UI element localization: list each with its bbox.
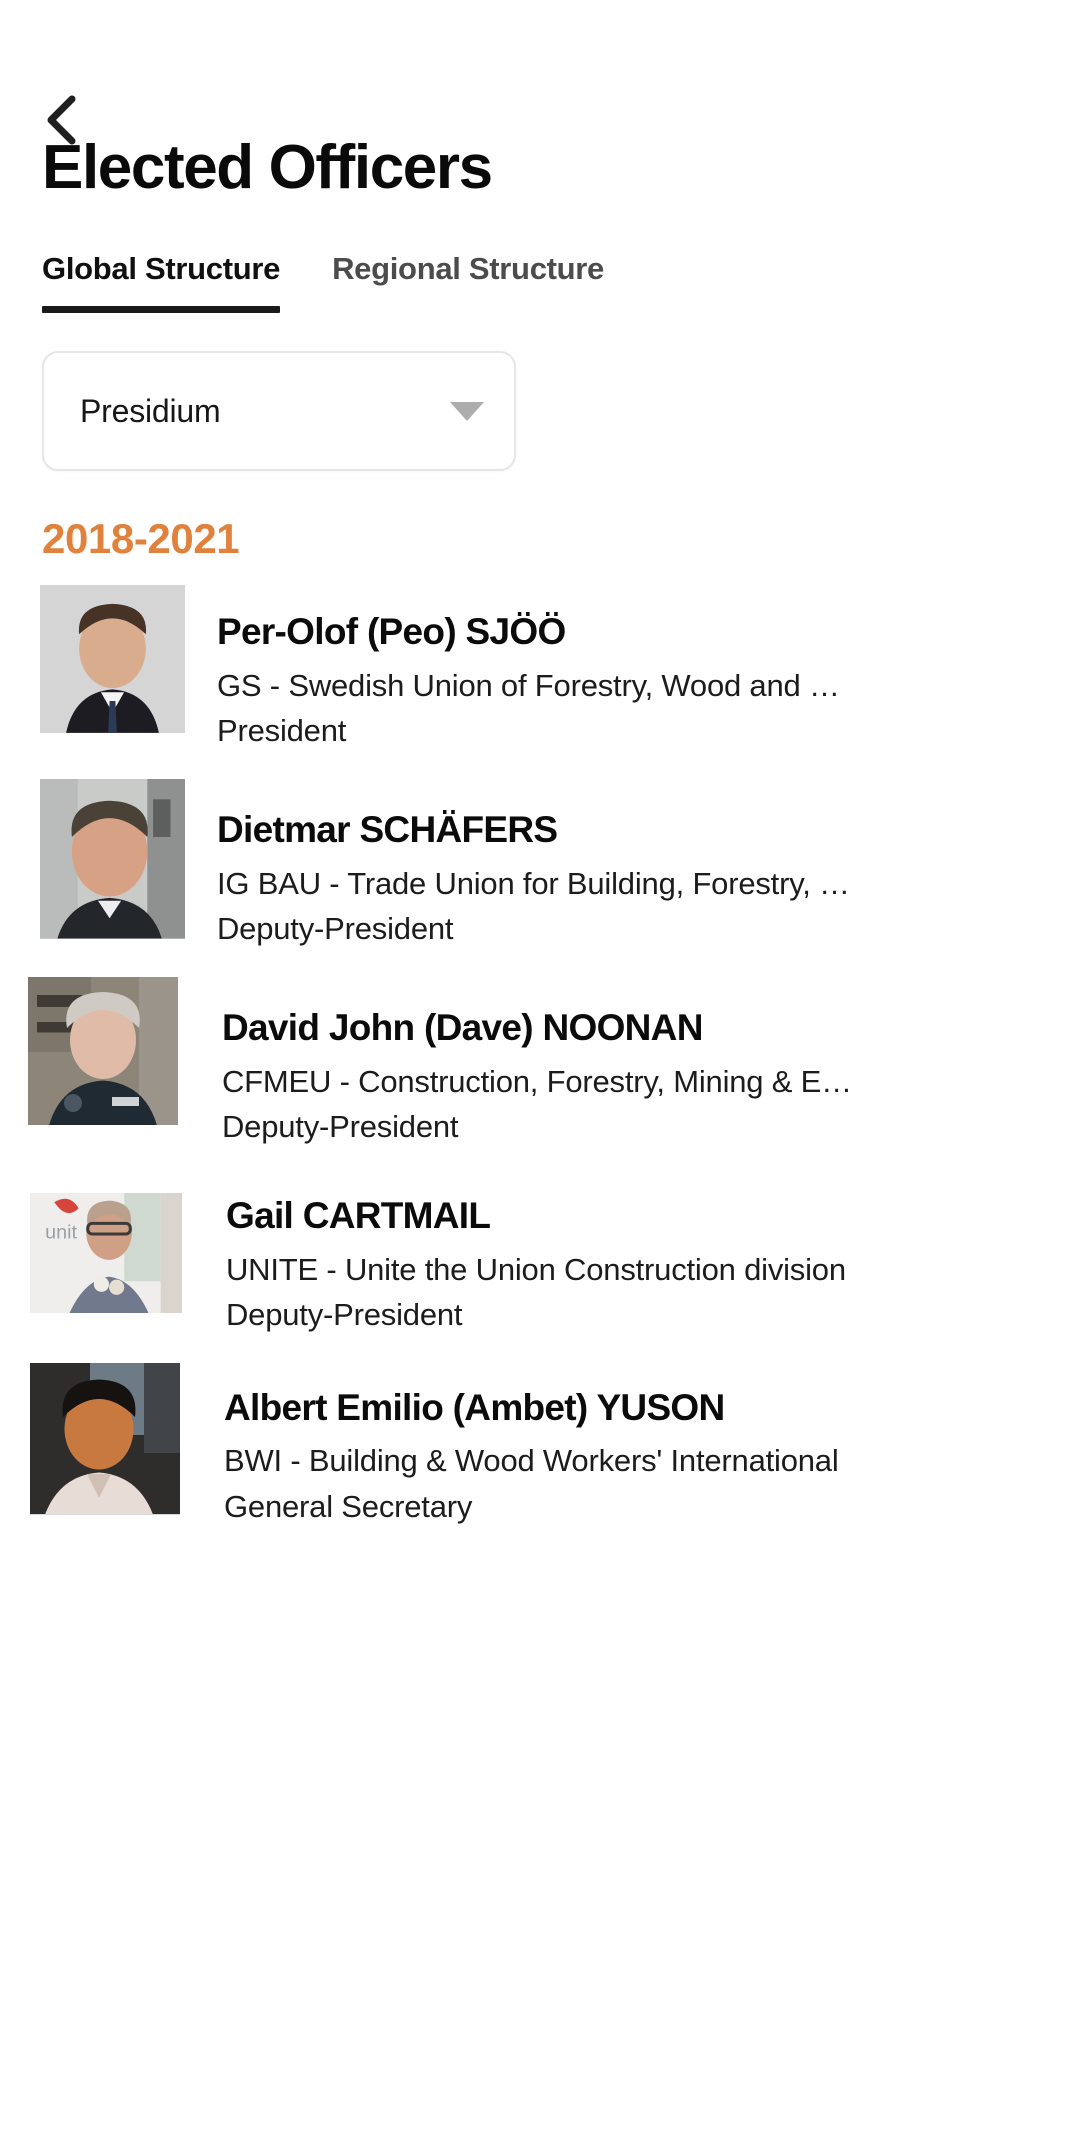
officer-role: President	[217, 712, 347, 748]
list-item[interactable]: Per-Olof (Peo) SJÖÖ GS - Swedish Union o…	[0, 585, 1080, 749]
officer-info: David John (Dave) NOONAN CFMEU - Constru…	[178, 977, 1046, 1145]
list-item[interactable]: unit Gail CARTMAIL UNITE - Unite the Uni…	[0, 1175, 1080, 1333]
tab-bar: Global Structure Regional Structure	[42, 251, 1080, 314]
officer-organisation: CFMEU - Construction, Forestry, Mining &…	[222, 1063, 852, 1099]
officer-role: General Secretary	[224, 1488, 473, 1524]
avatar: unit	[30, 1193, 182, 1313]
officer-organisation: GS - Swedish Union of Forestry, Wood and…	[217, 667, 840, 703]
officer-name: Gail CARTMAIL	[226, 1195, 491, 1236]
officer-role: Deputy-President	[217, 910, 454, 946]
officer-name: Dietmar SCHÄFERS	[217, 809, 558, 851]
officer-info: Per-Olof (Peo) SJÖÖ GS - Swedish Union o…	[185, 585, 1046, 749]
navigation-bar	[0, 0, 1080, 145]
tab-regional-structure[interactable]: Regional Structure	[332, 251, 604, 313]
presidium-dropdown[interactable]: Presidium	[42, 351, 516, 472]
avatar	[40, 779, 185, 940]
officer-name: David John (Dave) NOONAN	[222, 1007, 703, 1049]
avatar	[30, 1362, 180, 1515]
officer-role: Deputy-President	[226, 1296, 463, 1332]
tab-global-structure[interactable]: Global Structure	[42, 251, 280, 314]
officer-info: Dietmar SCHÄFERS IG BAU - Trade Union fo…	[185, 779, 1046, 947]
officer-info: Gail CARTMAIL UNITE - Unite the Union Co…	[182, 1175, 1046, 1333]
officer-name: Albert Emilio (Ambet) YUSON	[224, 1386, 725, 1428]
svg-text:unit: unit	[45, 1222, 77, 1244]
avatar	[28, 977, 178, 1126]
structure-filter: Presidium	[42, 351, 1080, 472]
officer-list: Per-Olof (Peo) SJÖÖ GS - Swedish Union o…	[0, 585, 1080, 1525]
officer-organisation: IG BAU - Trade Union for Building, Fores…	[217, 865, 850, 901]
list-item[interactable]: Albert Emilio (Ambet) YUSON BWI - Buildi…	[0, 1362, 1080, 1525]
officer-organisation: BWI - Building & Wood Workers' Internati…	[224, 1443, 839, 1479]
term-heading: 2018-2021	[42, 515, 240, 563]
screen-elected-officers: Elected Officers Global Structure Region…	[0, 0, 1080, 2138]
officer-organisation: UNITE - Unite the Union Construction div…	[226, 1251, 846, 1287]
avatar	[40, 585, 185, 734]
chevron-down-icon	[450, 401, 484, 421]
page-title: Elected Officers	[42, 133, 493, 202]
list-item[interactable]: David John (Dave) NOONAN CFMEU - Constru…	[0, 977, 1080, 1145]
officer-name: Per-Olof (Peo) SJÖÖ	[217, 611, 566, 653]
officer-info: Albert Emilio (Ambet) YUSON BWI - Buildi…	[180, 1363, 1046, 1525]
officer-role: Deputy-President	[222, 1108, 459, 1144]
list-item[interactable]: Dietmar SCHÄFERS IG BAU - Trade Union fo…	[0, 779, 1080, 947]
dropdown-selected-value: Presidium	[80, 392, 221, 429]
